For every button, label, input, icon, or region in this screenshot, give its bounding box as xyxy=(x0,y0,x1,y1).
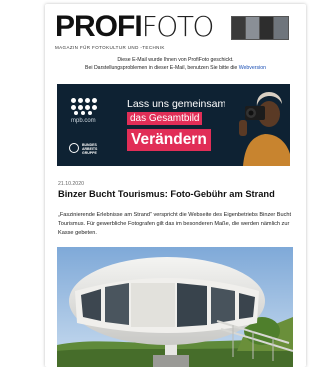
partner-logo: BUNDES ARBEITS GRUPPE xyxy=(69,142,105,156)
logo-tagline: MAGAZIN FÜR FOTOKULTUR UND -TECHNIK xyxy=(55,45,165,50)
notice-line-2: Bei Darstellungsproblemen in dieser E-Ma… xyxy=(45,64,306,72)
web-version-link[interactable]: Webversion xyxy=(239,65,266,71)
email-notice: Diese E-Mail wurde Ihnen von ProfiFoto g… xyxy=(45,56,306,72)
rettungsturm-photo[interactable] xyxy=(57,247,293,367)
article-teaser: „Faszinierende Erlebnisse am Strand“ ver… xyxy=(58,212,292,236)
partner-logo-text: BUNDES ARBEITS GRUPPE xyxy=(82,143,98,155)
mpb-url: mpb.com xyxy=(71,118,96,124)
promo-headline-1: Lass uns gemeinsam xyxy=(127,98,227,110)
notice-line-1: Diese E-Mail wurde Ihnen von ProfiFoto g… xyxy=(117,57,234,63)
mpb-ad-banner[interactable]: mpb.com Lass uns gemeinsam das Gesamtbil… xyxy=(57,84,290,166)
notice-line-2-text: Bei Darstellungsproblemen in dieser E-Ma… xyxy=(85,65,238,71)
article-date: 21.10.2020 xyxy=(58,181,84,187)
article-title[interactable]: Binzer Bucht Tourismus: Foto-Gebühr am S… xyxy=(58,189,275,199)
magazine-covers-icon xyxy=(231,16,291,42)
email-newsletter: PROFIFOTO MAGAZIN FÜR FOTOKULTUR UND -TE… xyxy=(45,4,306,367)
logo-light-text: FOTO xyxy=(141,10,215,43)
mpb-logo-icon xyxy=(71,98,105,116)
photographer-illustration xyxy=(225,84,290,166)
promo-cta: Verändern xyxy=(127,129,211,151)
logo-bold-text: PROFI xyxy=(55,10,143,43)
partner-ring-icon xyxy=(69,143,79,153)
masthead: PROFIFOTO MAGAZIN FÜR FOTOKULTUR UND -TE… xyxy=(55,10,301,54)
profifoto-logo[interactable]: PROFIFOTO xyxy=(55,10,215,44)
promo-headline-2: das Gesamtbild xyxy=(127,112,203,125)
